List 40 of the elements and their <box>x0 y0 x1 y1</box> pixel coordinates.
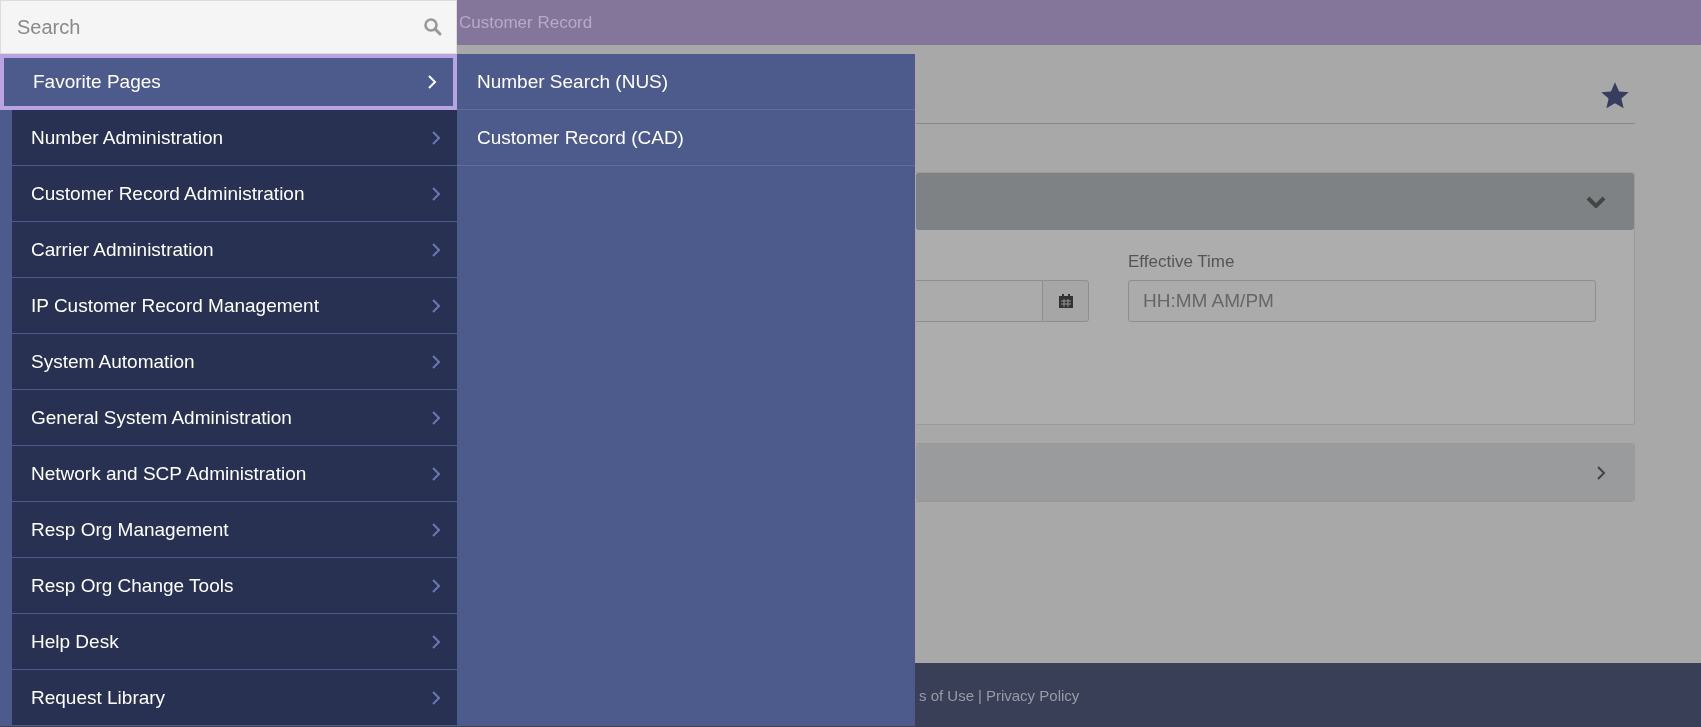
footer-link[interactable]: Privacy Policy <box>985 686 1080 704</box>
calendar-icon <box>1057 293 1074 309</box>
menu-item[interactable]: System Automation <box>12 334 457 390</box>
chevron-right-icon <box>431 577 441 594</box>
footer-link[interactable]: s of Use <box>919 686 975 704</box>
calendar-button[interactable] <box>1042 280 1089 322</box>
chevron-right-icon <box>431 689 441 706</box>
menu-item[interactable]: Number Administration <box>12 110 457 166</box>
panel-header[interactable] <box>916 173 1634 230</box>
menu-item[interactable]: Network and SCP Administration <box>12 446 457 502</box>
chevron-right-icon <box>431 633 441 650</box>
menu-item[interactable]: Resp Org Management <box>12 502 457 558</box>
search-field[interactable]: Search <box>0 0 457 54</box>
chevron-right-icon <box>431 521 441 538</box>
menu-item[interactable]: Customer Record Administration <box>12 166 457 222</box>
time-field[interactable]: HH:MM AM/PM <box>1128 280 1596 322</box>
menu-item[interactable]: IP Customer Record Management <box>12 278 457 334</box>
chevron-down-icon <box>1586 195 1606 208</box>
chevron-right-icon <box>431 129 441 146</box>
menu-item[interactable]: Resp Org Change Tools <box>12 558 457 614</box>
chevron-right-icon <box>431 297 441 314</box>
search-icon <box>423 17 443 37</box>
menu-item[interactable]: Request Library <box>12 670 457 726</box>
chevron-right-icon <box>427 74 437 90</box>
chevron-right-icon <box>431 241 441 258</box>
menu-item[interactable]: General System Administration <box>12 390 457 446</box>
submenu-item[interactable]: Customer Record (CAD) <box>457 110 915 166</box>
chevron-right-icon <box>431 409 441 426</box>
menu-item[interactable]: Favorite Pages <box>0 54 457 110</box>
menu-item[interactable]: Help Desk <box>12 614 457 670</box>
chevron-right-icon <box>1596 464 1606 481</box>
chevron-right-icon <box>431 185 441 202</box>
submenu-item[interactable]: Number Search (NUS) <box>457 54 915 110</box>
panel-header[interactable] <box>916 444 1634 501</box>
chevron-right-icon <box>431 465 441 482</box>
field-label: Effective Time <box>1128 252 1236 272</box>
menu-item[interactable]: Carrier Administration <box>12 222 457 278</box>
date-field[interactable] <box>916 280 1042 322</box>
chevron-right-icon <box>431 353 441 370</box>
footer-separator: | <box>978 686 982 704</box>
